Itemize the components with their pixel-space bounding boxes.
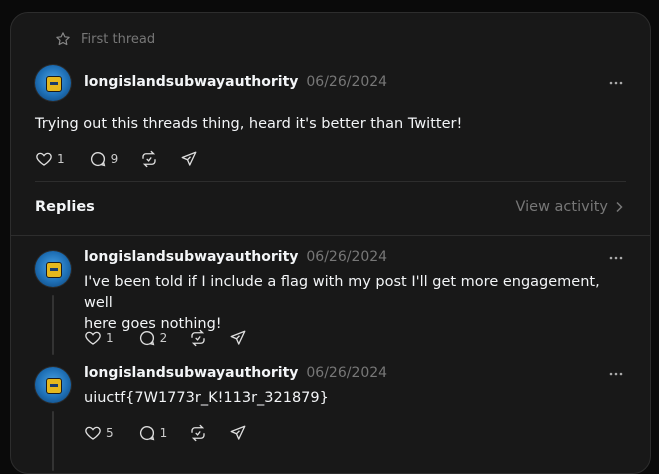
thread-line: [52, 295, 54, 355]
more-icon[interactable]: [608, 75, 624, 91]
username[interactable]: longislandsubwayauthority: [84, 249, 298, 265]
star-icon[interactable]: [55, 31, 71, 47]
comment-count: 9: [110, 152, 119, 166]
post-date[interactable]: 06/26/2024: [306, 74, 387, 90]
share-button[interactable]: [229, 424, 247, 442]
divider: [35, 181, 626, 182]
reply-text: I've been told if I include a flag with …: [84, 272, 624, 335]
share-button[interactable]: [229, 329, 247, 347]
comment-button[interactable]: 1: [138, 424, 168, 442]
repost-icon: [140, 150, 158, 168]
like-count: 1: [106, 331, 114, 345]
divider: [11, 235, 650, 236]
avatar[interactable]: [35, 65, 71, 101]
avatar[interactable]: [35, 251, 71, 287]
thread-line: [52, 411, 54, 471]
share-button[interactable]: [180, 150, 198, 168]
chevron-right-icon: [614, 201, 624, 213]
first-thread-label: First thread: [81, 31, 156, 47]
like-button[interactable]: 1: [35, 150, 65, 168]
share-icon: [180, 150, 198, 168]
comment-count: 1: [159, 426, 168, 440]
replies-title: Replies: [35, 199, 95, 215]
comment-count: 2: [159, 331, 168, 345]
repost-button[interactable]: [140, 150, 158, 168]
reply-text-line: I've been told if I include a flag with …: [84, 274, 600, 311]
post-date[interactable]: 06/26/2024: [306, 365, 387, 381]
repost-button[interactable]: [189, 329, 207, 347]
view-activity-link[interactable]: View activity: [516, 199, 624, 215]
reply-header: longislandsubwayauthority 06/26/2024: [84, 249, 387, 265]
repost-icon: [189, 329, 207, 347]
like-count: 1: [57, 152, 65, 166]
reply-actions: 1 2: [84, 329, 263, 347]
heart-icon: [35, 150, 53, 168]
username[interactable]: longislandsubwayauthority: [84, 365, 298, 381]
share-icon: [229, 424, 247, 442]
comment-button[interactable]: 9: [89, 150, 119, 168]
share-icon: [229, 329, 247, 347]
comment-icon: [89, 150, 107, 168]
like-button[interactable]: 1: [84, 329, 114, 347]
heart-icon: [84, 329, 102, 347]
reply-actions: 5 1: [84, 424, 263, 442]
main-post-text: Trying out this threads thing, heard it'…: [35, 116, 463, 132]
comment-button[interactable]: 2: [138, 329, 168, 347]
like-count: 5: [106, 426, 114, 440]
main-post-header: longislandsubwayauthority 06/26/2024: [84, 74, 387, 90]
reply-header: longislandsubwayauthority 06/26/2024: [84, 365, 387, 381]
main-post-actions: 1 9: [35, 150, 214, 168]
username[interactable]: longislandsubwayauthority: [84, 74, 298, 90]
thread-card: First thread longislandsubwayauthority 0…: [10, 12, 651, 474]
reply-text: uiuctf{7W1773r_K!113r_321879}: [84, 390, 329, 406]
view-activity-label: View activity: [515, 199, 608, 215]
post-date[interactable]: 06/26/2024: [306, 249, 387, 265]
more-icon[interactable]: [608, 366, 624, 382]
heart-icon: [84, 424, 102, 442]
first-thread-header: First thread: [55, 31, 155, 47]
like-button[interactable]: 5: [84, 424, 114, 442]
repost-button[interactable]: [189, 424, 207, 442]
avatar[interactable]: [35, 367, 71, 403]
comment-icon: [138, 424, 156, 442]
comment-icon: [138, 329, 156, 347]
more-icon[interactable]: [608, 250, 624, 266]
repost-icon: [189, 424, 207, 442]
